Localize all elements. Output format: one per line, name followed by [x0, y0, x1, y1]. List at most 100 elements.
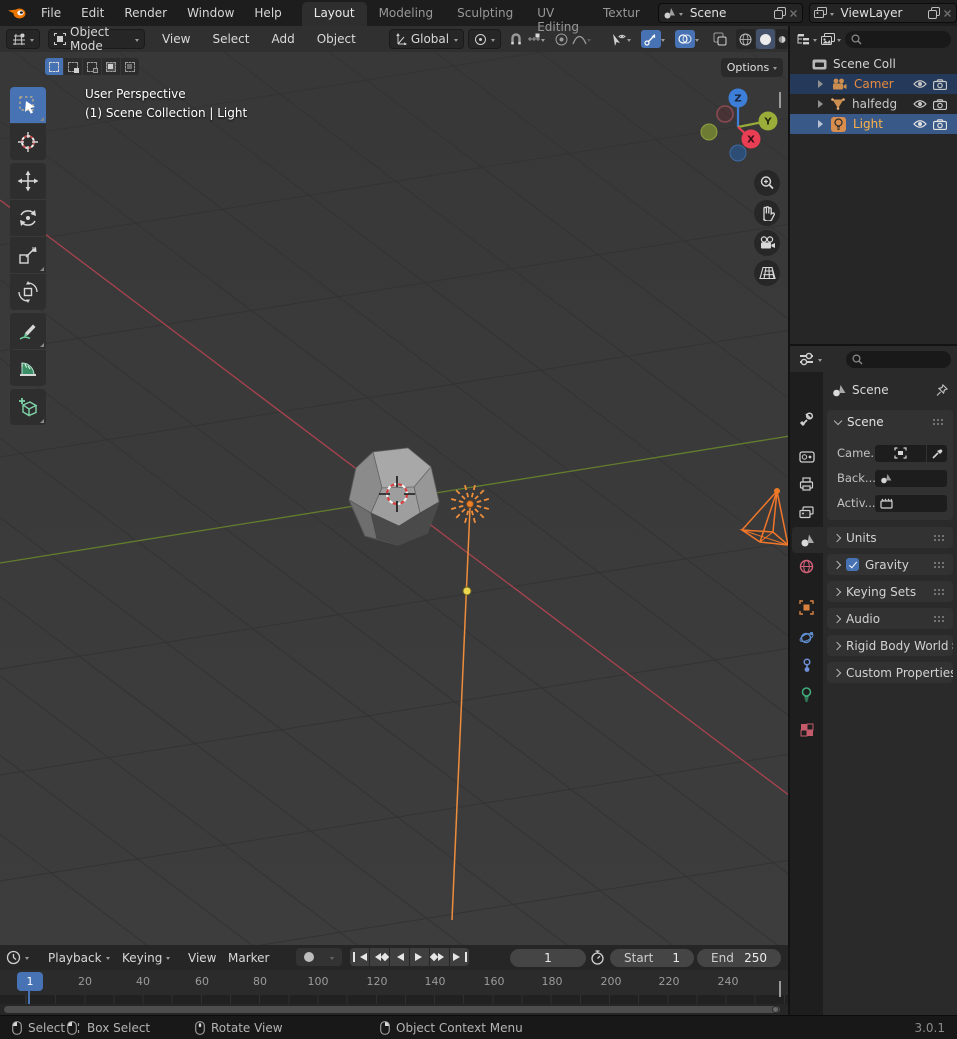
panel-grip-icon[interactable]: [933, 615, 946, 623]
blender-logo-icon[interactable]: [7, 5, 27, 21]
keying-menu[interactable]: Keying: [122, 945, 170, 970]
shading-solid-button[interactable]: [756, 29, 775, 49]
mesh-object[interactable]: [349, 448, 439, 545]
view-menu[interactable]: View: [188, 945, 216, 970]
panel-grip-icon[interactable]: [951, 642, 953, 650]
gizmos-dropdown[interactable]: [639, 29, 667, 49]
playback-menu[interactable]: Playback: [48, 945, 110, 970]
frame-start-field[interactable]: Start 1: [610, 949, 694, 967]
zoom-button[interactable]: [754, 170, 780, 196]
auto-keying-dropdown[interactable]: [324, 953, 340, 962]
menu-view[interactable]: View: [151, 32, 201, 46]
select-mode-new-button[interactable]: [45, 58, 63, 75]
eyedropper-button[interactable]: [927, 445, 947, 462]
panel-grip-icon[interactable]: [933, 534, 946, 542]
object-label[interactable]: halfedg: [852, 97, 897, 111]
remove-viewlayer-icon[interactable]: [943, 9, 952, 18]
active-clip-field[interactable]: [875, 495, 947, 512]
jump-to-start-button[interactable]: [350, 948, 369, 966]
object-label[interactable]: Camer: [854, 77, 894, 91]
viewlayer-name[interactable]: ViewLayer: [837, 6, 925, 20]
mode-dropdown[interactable]: Object Mode: [48, 29, 145, 49]
pan-button[interactable]: [754, 200, 780, 226]
overlays-dropdown[interactable]: [673, 29, 701, 49]
gizmo-negative-x-ball[interactable]: [717, 106, 733, 122]
unlink-scene-icon[interactable]: [789, 9, 798, 18]
new-viewlayer-icon[interactable]: [928, 7, 940, 19]
outliner-row-light[interactable]: Light: [790, 114, 957, 134]
yellow-handle-dot[interactable]: [463, 587, 471, 595]
section-custom-properties[interactable]: Custom Properties: [827, 662, 953, 683]
new-scene-icon[interactable]: [774, 7, 786, 19]
outliner-search-input[interactable]: [845, 31, 951, 48]
pivot-point-dropdown[interactable]: [468, 29, 501, 49]
collection-label[interactable]: Scene Coll: [833, 57, 896, 71]
outliner-row-camera[interactable]: Camer: [790, 74, 957, 94]
tab-physics[interactable]: [790, 624, 823, 650]
scene-selector[interactable]: Scene: [658, 3, 803, 23]
shading-wireframe-button[interactable]: [736, 29, 755, 49]
tab-texture[interactable]: Textur: [591, 2, 652, 26]
shading-material-button[interactable]: [776, 29, 788, 49]
properties-editor-type-button[interactable]: [798, 352, 822, 366]
hide-in-viewport-icon[interactable]: [913, 119, 927, 129]
menu-file[interactable]: File: [31, 0, 71, 26]
gravity-checkbox[interactable]: [846, 558, 859, 571]
disable-in-renders-icon[interactable]: [933, 79, 947, 90]
sidebar-toggle-icon[interactable]: [779, 92, 781, 106]
camera-object[interactable]: [742, 488, 788, 545]
tool-add-cube[interactable]: [10, 389, 46, 425]
light-origin-dot[interactable]: [467, 501, 474, 508]
perspective-toggle-button[interactable]: [754, 260, 780, 286]
tab-layout[interactable]: Layout: [302, 2, 367, 26]
tool-select-box[interactable]: [10, 87, 46, 123]
gizmo-negative-z-ball[interactable]: [730, 145, 746, 161]
tab-object[interactable]: [790, 594, 823, 620]
pin-icon[interactable]: [936, 384, 948, 397]
editor-divider[interactable]: [790, 344, 957, 346]
hide-in-viewport-icon[interactable]: [913, 79, 927, 89]
tool-scale[interactable]: [10, 237, 46, 273]
scene-name[interactable]: Scene: [686, 6, 771, 20]
outliner-filter-dropdown[interactable]: [796, 33, 817, 46]
use-preview-range-button[interactable]: [590, 945, 605, 970]
record-button[interactable]: [298, 952, 320, 962]
tab-sculpting[interactable]: Sculpting: [445, 2, 525, 26]
timeline-scrollbar[interactable]: [4, 1006, 780, 1013]
select-mode-intersect-button[interactable]: [121, 58, 139, 75]
tab-tool[interactable]: [790, 406, 823, 432]
play-button[interactable]: [410, 948, 429, 966]
menu-edit[interactable]: Edit: [71, 0, 114, 26]
breadcrumb-label[interactable]: Scene: [852, 383, 889, 397]
outliner-display-mode-dropdown[interactable]: [821, 33, 841, 46]
panel-grip-icon[interactable]: [933, 588, 946, 596]
disable-in-renders-icon[interactable]: [933, 99, 947, 110]
section-audio[interactable]: Audio: [827, 608, 953, 629]
camera-view-button[interactable]: [754, 230, 780, 256]
select-mode-invert-button[interactable]: [102, 58, 120, 75]
tab-render[interactable]: [790, 443, 823, 469]
marker-menu[interactable]: Marker: [228, 945, 269, 970]
tool-move[interactable]: [10, 163, 46, 199]
frame-end-field[interactable]: End 250: [697, 949, 781, 967]
tab-output[interactable]: [790, 471, 823, 497]
tab-view-layer[interactable]: [790, 499, 823, 525]
tool-measure[interactable]: [10, 350, 46, 386]
properties-search-input[interactable]: [846, 351, 951, 368]
tab-constraints[interactable]: [790, 652, 823, 678]
tab-texture[interactable]: [790, 717, 823, 743]
overlays-toggle[interactable]: [675, 30, 695, 48]
expand-icon[interactable]: [818, 80, 823, 88]
disable-in-renders-icon[interactable]: [933, 119, 947, 130]
menu-object[interactable]: Object: [306, 32, 367, 46]
hide-in-viewport-icon[interactable]: [913, 99, 927, 109]
expand-icon[interactable]: [818, 100, 823, 108]
viewlayer-selector[interactable]: ViewLayer: [809, 3, 957, 23]
scene-panel-header[interactable]: Scene: [827, 410, 953, 434]
menu-help[interactable]: Help: [244, 0, 291, 26]
object-label[interactable]: Light: [853, 117, 883, 131]
transform-orientation-dropdown[interactable]: Global: [389, 29, 464, 49]
tab-uv-editing[interactable]: UV Editing: [525, 2, 591, 26]
panel-grip-icon[interactable]: [933, 561, 946, 569]
tab-scene[interactable]: [792, 527, 823, 553]
